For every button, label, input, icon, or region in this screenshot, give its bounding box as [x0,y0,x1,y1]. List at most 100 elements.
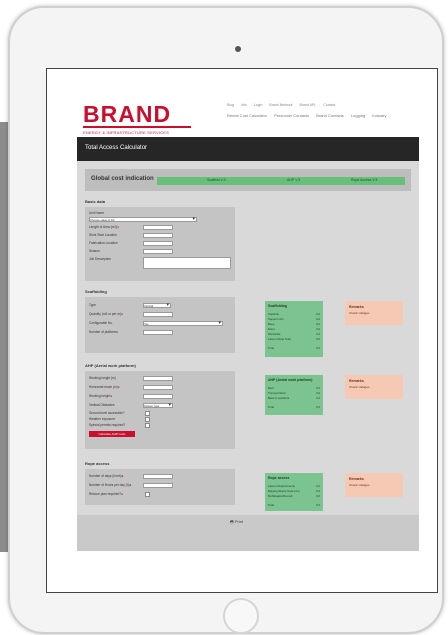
result-row-value: 0,0 [316,484,320,488]
section-title-basic: Basic data [85,199,106,204]
top-link[interactable]: Info [241,103,247,107]
top-link[interactable]: Brand Network [269,103,292,107]
field-label: Configurable No. [89,321,113,325]
section-title-ahp: AHP (Aerial work platform) [85,363,136,368]
nav-item[interactable]: Rental Cost Calculator [227,113,267,118]
remarks-text: Check voltages [349,385,370,389]
field-label: Work Start Location [89,233,117,237]
work-start-input[interactable] [143,233,173,238]
configurable-value: Yes [144,322,149,326]
field-label: Horizontal reach (m)● [89,385,120,389]
result-title: Rope access [268,476,290,480]
result-row-label: Dismantle [268,332,281,336]
result-row-label: Base [268,322,275,326]
rescue-plan-checkbox[interactable] [145,492,150,497]
scaffolding-result-panel: Scaffolding Capacity 0,0 Support Unit 0,… [265,301,323,357]
logo-text: BRAND [83,101,172,127]
field-label: Job Description [89,257,111,261]
nav-item[interactable]: Personnel Contacts [274,113,309,118]
top-link[interactable]: Blog [227,103,234,107]
result-row-value: 0,0 [316,503,320,507]
result-row-value: 0,0 [316,489,320,493]
quantity-input[interactable] [143,312,173,317]
result-row-value: 0,0 [316,322,320,326]
result-row-value: 0,0 [316,391,320,395]
remarks-title: Remarks [349,379,364,383]
platforms-input[interactable] [143,330,173,335]
job-description-textarea[interactable] [143,257,231,269]
logo-subtitle: ENERGY & INFRASTRUCTURE SERVICES [83,130,170,135]
field-label: Number of platforms [89,330,118,334]
cost-column-rope: Rope Access V.3 [351,178,378,182]
season-input[interactable] [143,249,173,254]
unit-select-value: Choose value to list [90,218,115,222]
weather-checkbox[interactable] [145,417,150,422]
result-row-value: 0,0 [316,327,320,331]
home-button[interactable] [223,598,259,634]
result-row-value: 0,0 [316,346,320,350]
height-input[interactable] [143,394,173,399]
main-nav: Rental Cost Calculator Personnel Contact… [227,113,393,118]
ahp-remarks-panel: Remarks Check voltages [345,375,403,399]
rope-remarks-panel: Remarks Check voltages [345,473,403,497]
field-label: Rescue plan required?● [89,492,124,496]
remarks-title: Remarks [349,477,364,481]
section-title-scaffolding: Scaffolding [85,289,107,294]
cost-column-scaffold: Scaffold V.3 [207,178,226,182]
result-row-label: Transportation [268,391,286,395]
horizontal-reach-input[interactable] [143,385,173,390]
ahp-result-panel: AHP (Aerial work platform) Rent 0,0 Tran… [265,375,323,415]
nav-item[interactable]: Logging [351,113,365,118]
hours-input[interactable] [143,483,173,488]
tablet-frame: BRAND ENERGY & INFRASTRUCTURE SERVICES B… [8,6,444,634]
field-label: Fabrication Location [89,241,118,245]
permits-checkbox[interactable] [145,423,150,428]
result-row-label: Total [268,503,274,507]
days-input[interactable] [143,474,173,479]
tablet-screen: BRAND ENERGY & INFRASTRUCTURE SERVICES B… [46,68,438,593]
print-label: Print [234,519,244,524]
field-label: Working height● [89,394,113,398]
cost-indication-panel: Global cost indication Scaffold V.3 AHP … [85,169,411,191]
cost-column-ahp: AHP V.3 [287,178,301,182]
field-label: Weather exposure [89,417,115,421]
result-title: Scaffolding [268,304,288,308]
length-input[interactable] [143,225,173,230]
result-row-value: 0,0 [316,494,320,498]
top-link[interactable]: Login [254,103,263,107]
rope-result-panel: Rope access Labour Requirements 0,0 Rigg… [265,473,323,511]
top-link[interactable]: Brand APL [300,103,317,107]
result-row-label: Erect [268,327,275,331]
calculate-ahp-button[interactable]: Calculate AHP costs [89,431,135,437]
rope-access-box: Number of days (h/mh)● Number of Hours p… [85,469,235,505]
field-label: Quantity (m3 or per m)● [89,312,123,316]
basic-data-box: Unit Name Choose value to list Length of… [85,207,235,281]
result-row-label: Labour Reqs Total [268,337,291,341]
field-label: Season [89,249,100,253]
page-title-bar: Total Access Calculator [77,137,419,161]
result-row-value: 0,0 [316,396,320,400]
scaffolding-box: Type Vertical Quantity (m3 or per m)● Co… [85,297,235,353]
nav-item[interactable]: Industry [372,113,386,118]
configurable-select[interactable] [143,320,223,326]
scaffolding-remarks-panel: Remarks Check voltages [345,301,403,325]
nav-item[interactable]: Brand Contacts [316,113,344,118]
field-label: Number of days (h/mh)● [89,474,124,478]
ground-level-checkbox[interactable] [145,411,150,416]
brand-logo[interactable]: BRAND ENERGY & INFRASTRUCTURE SERVICES [83,103,191,135]
result-title: AHP (Aerial work platform) [268,378,313,382]
result-row-label: Labour Requirements [268,484,295,488]
print-icon[interactable]: 🖶 Print [230,519,243,526]
remarks-title: Remarks [349,305,364,309]
field-label: Type [89,303,96,307]
remarks-text: Check voltages [349,483,370,487]
result-row-label: Base in positions [268,396,290,400]
result-row-value: 0,0 [316,332,320,336]
top-link[interactable]: Contact [323,103,335,107]
field-label: Working height (m) [89,376,116,380]
cost-indication-strip: Scaffold V.3 AHP V.3 Rope Access V.3 [157,177,405,185]
remarks-text: Check voltages [349,311,370,315]
working-height-input[interactable] [143,376,173,381]
result-row-value: 0,0 [316,337,320,341]
fabrication-input[interactable] [143,241,173,246]
